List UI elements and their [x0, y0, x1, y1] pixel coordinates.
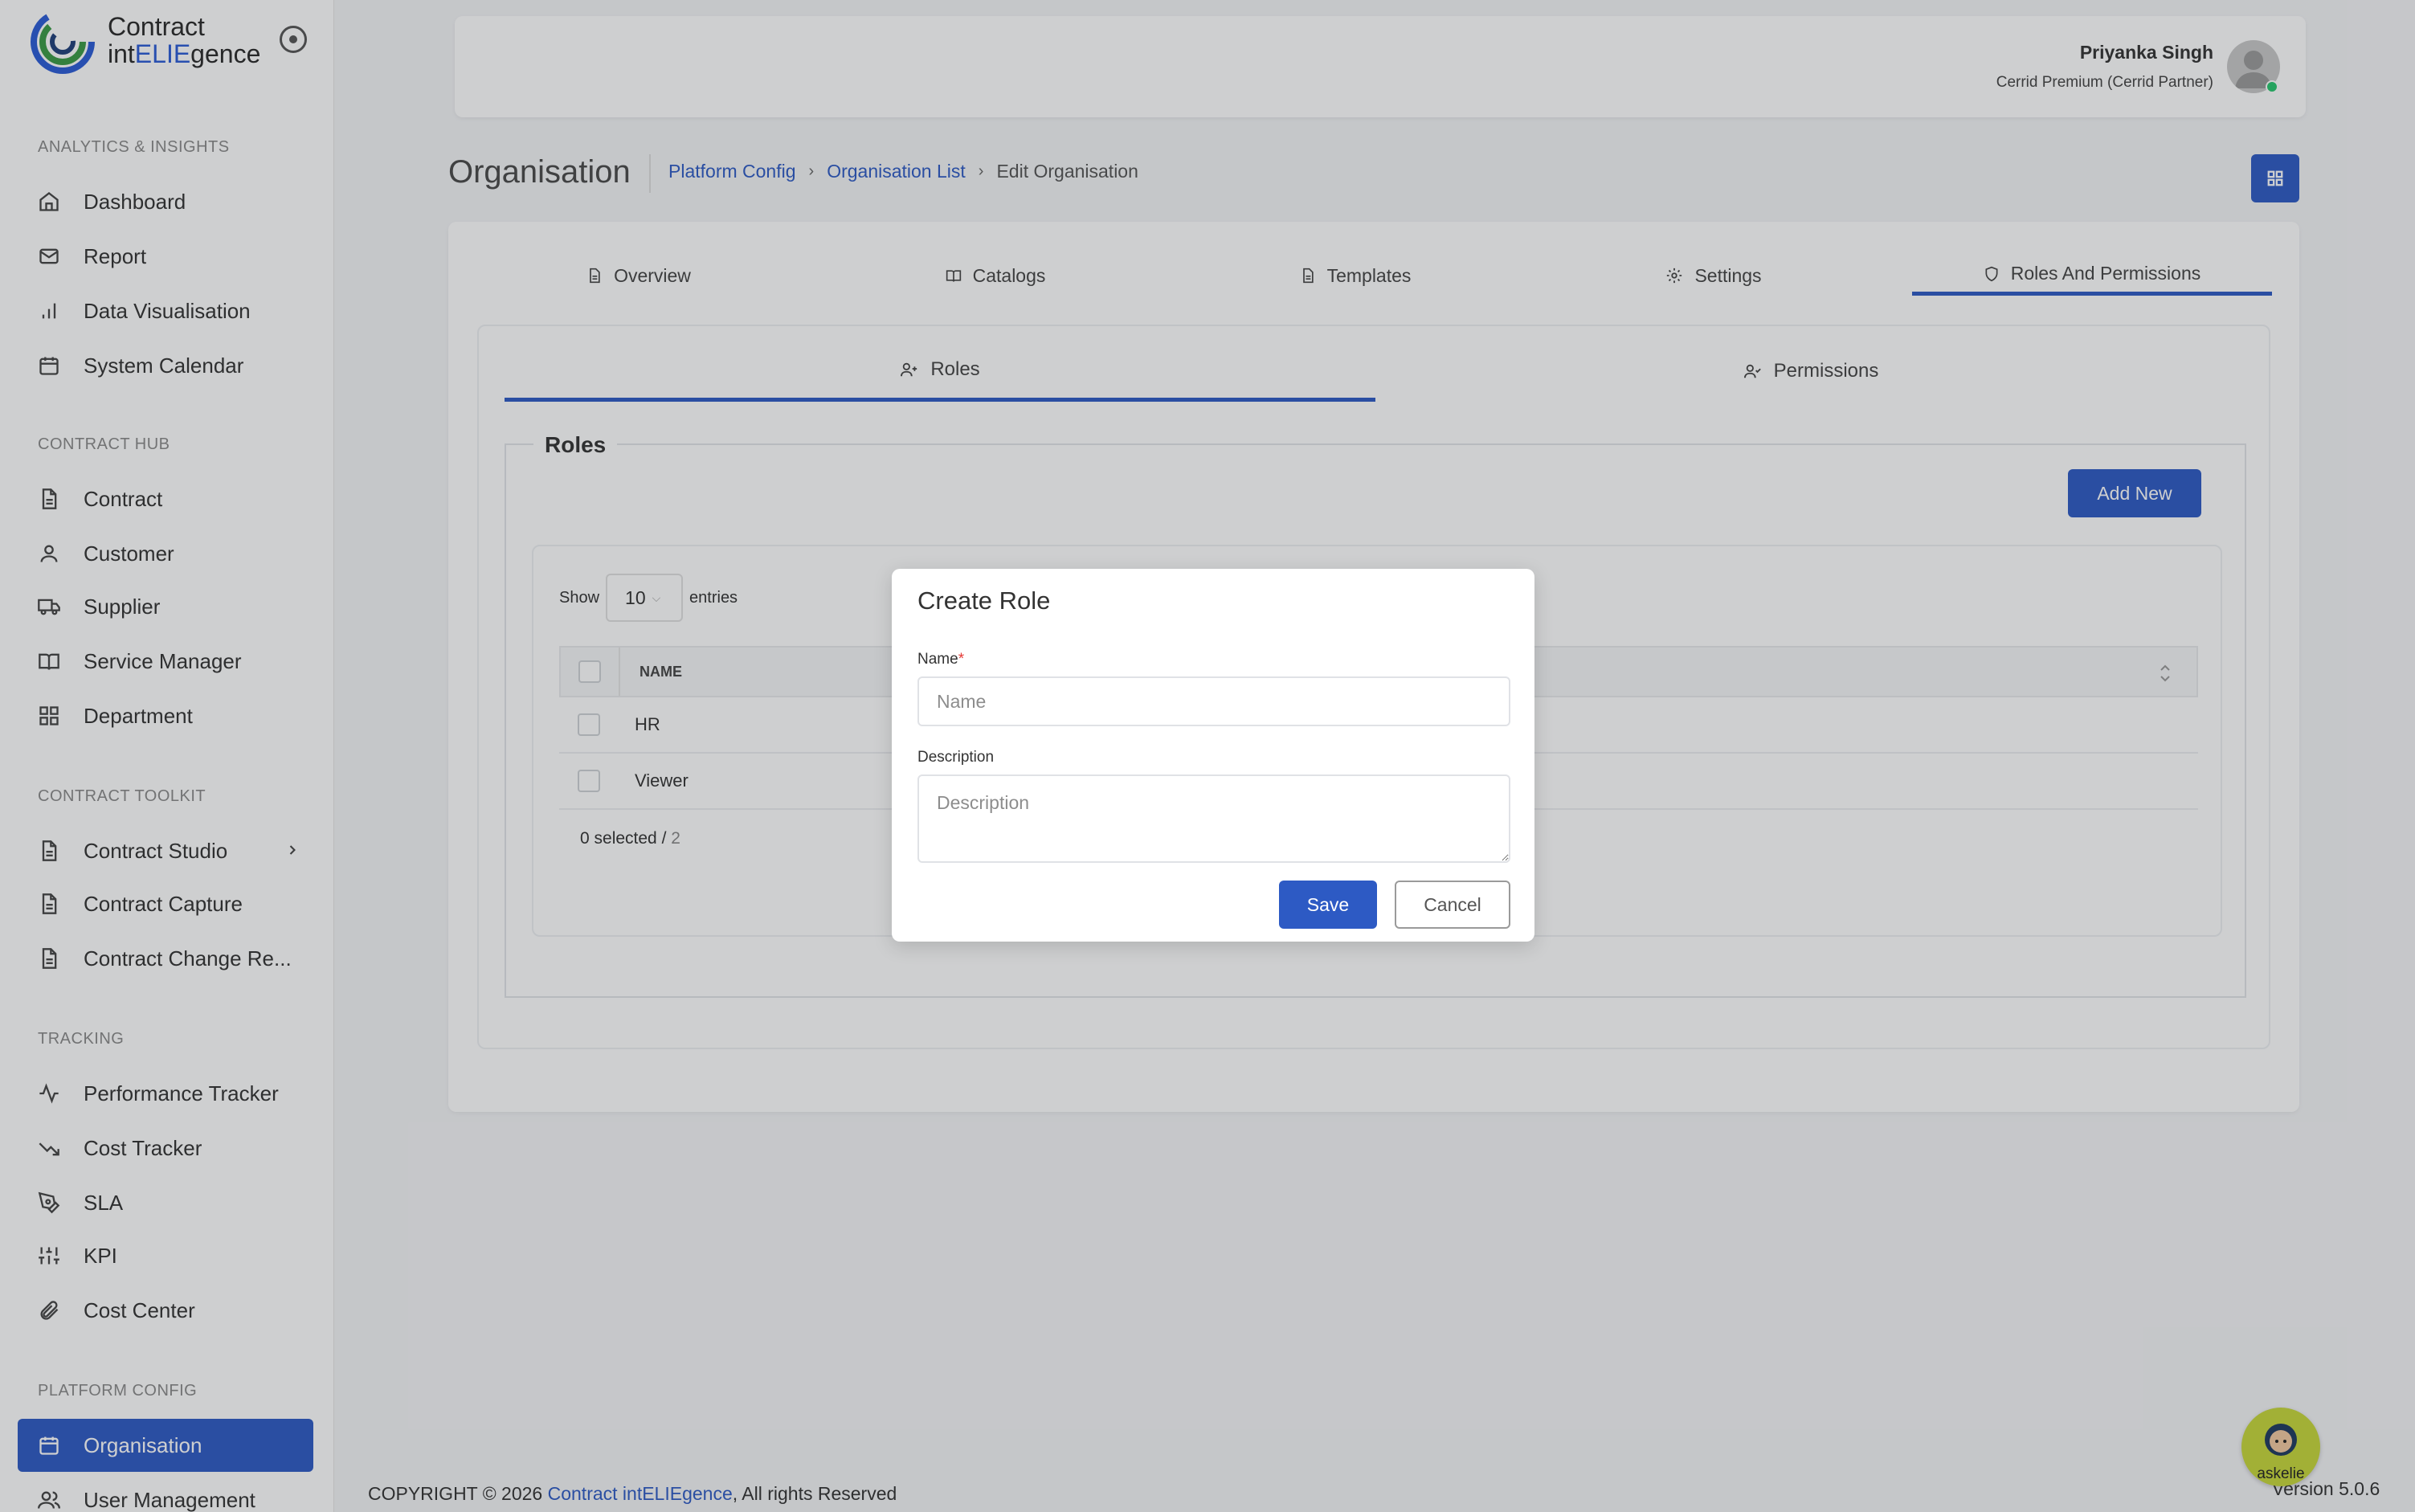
required-marker: *: [958, 651, 965, 668]
description-label: Description: [917, 749, 995, 766]
cancel-button[interactable]: Cancel: [1395, 881, 1510, 929]
dialog-title: Create Role: [917, 586, 1051, 615]
save-button[interactable]: Save: [1279, 881, 1377, 929]
description-field[interactable]: [917, 774, 1510, 863]
name-field[interactable]: [917, 676, 1510, 726]
name-label-text: Name: [917, 651, 958, 668]
create-role-dialog: Create Role Name* Description Save Cance…: [892, 569, 1534, 942]
name-label: Name*: [917, 651, 964, 668]
